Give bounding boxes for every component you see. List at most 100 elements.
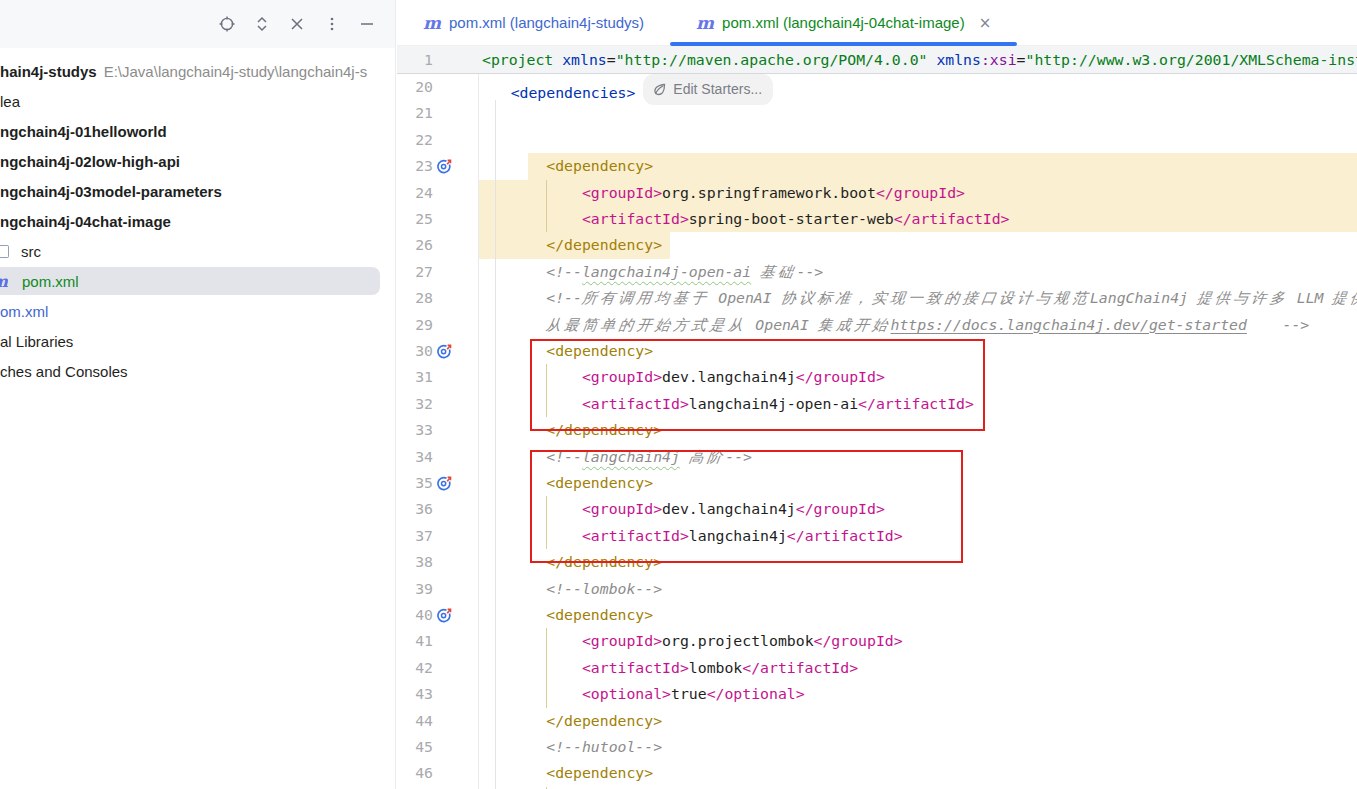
maven-update-gutter-icon[interactable]: [436, 158, 453, 175]
tree-item-hain4j-studys[interactable]: hain4j-studysE:\Java\langchain4j-study\l…: [0, 56, 395, 86]
line-number[interactable]: 21: [397, 100, 433, 126]
code-line-45[interactable]: 45 <!--hutool-->: [397, 734, 1357, 760]
code-line-29[interactable]: 29 从最简单的开始方式是从 OpenAI 集成开始https://docs.l…: [397, 312, 1357, 338]
tree-item-label: ches and Consoles: [0, 363, 128, 380]
code-text: <optional>true</optional>: [475, 681, 805, 707]
code-line-41[interactable]: 41 <groupId>org.projectlombok</groupId>: [397, 628, 1357, 654]
tree-item-label: ngchain4j-03model-parameters: [0, 183, 222, 200]
code-text: <!--所有调用均基于 OpenAI 协议标准，实现一致的接口设计与规范Lang…: [475, 285, 1357, 311]
tree-item-lea[interactable]: lea: [0, 86, 395, 116]
editor-tab-1[interactable]: mpom.xml (langchain4j-studys): [397, 0, 670, 45]
annotation-box-2: [530, 450, 963, 563]
line-number[interactable]: 25: [397, 206, 433, 232]
collapse-all-icon[interactable]: [287, 14, 307, 34]
maven-update-gutter-icon[interactable]: [436, 475, 453, 492]
tree-item-ngchain4j-01helloworld[interactable]: ngchain4j-01helloworld: [0, 116, 395, 146]
line-number[interactable]: 32: [397, 391, 433, 417]
code-line-26[interactable]: 26 </dependency>: [397, 232, 1357, 258]
project-panel: hain4j-studysE:\Java\langchain4j-study\l…: [0, 0, 396, 789]
line-number[interactable]: 37: [397, 523, 433, 549]
inlay-label: Edit Starters...: [673, 76, 762, 102]
line-number[interactable]: 40: [397, 602, 433, 628]
line-number[interactable]: 23: [397, 153, 433, 179]
tree-item-ngchain4j-04chat-image[interactable]: ngchain4j-04chat-image: [0, 206, 395, 236]
line-number[interactable]: 35: [397, 470, 433, 496]
line-number[interactable]: 29: [397, 312, 433, 338]
code-area[interactable]: 20 <dependencies>Edit Starters...212223 …: [397, 46, 1357, 789]
code-text: <groupId>org.projectlombok</groupId>: [475, 628, 903, 654]
code-text: 从最简单的开始方式是从 OpenAI 集成开始https://docs.lang…: [475, 312, 1309, 338]
line-number[interactable]: 22: [397, 127, 433, 153]
line-number[interactable]: 38: [397, 549, 433, 575]
code-line-24[interactable]: 24 <groupId>org.springframework.boot</gr…: [397, 180, 1357, 206]
ide-window: hain4j-studysE:\Java\langchain4j-study\l…: [0, 0, 1357, 789]
hide-icon[interactable]: [357, 14, 377, 34]
editor-area: mpom.xml (langchain4j-studys)m pom.xml (l…: [397, 0, 1357, 789]
annotation-box-1: [530, 339, 985, 431]
line-number[interactable]: 24: [397, 180, 433, 206]
more-icon[interactable]: [322, 14, 342, 34]
tree-item-label: ngchain4j-02low-high-api: [0, 153, 180, 170]
line-number[interactable]: 42: [397, 655, 433, 681]
maven-update-gutter-icon[interactable]: [436, 607, 453, 624]
code-line-22[interactable]: 22: [397, 127, 1357, 153]
tree-item-ngchain4j-02low-high-api[interactable]: ngchain4j-02low-high-api: [0, 146, 395, 176]
line-number[interactable]: 39: [397, 576, 433, 602]
tree-item-label: ngchain4j-01helloworld: [0, 123, 167, 140]
line-number[interactable]: 27: [397, 259, 433, 285]
tree-item-label: al Libraries: [0, 333, 73, 350]
maven-icon: m: [423, 13, 441, 33]
code-line-21[interactable]: 21: [397, 100, 1357, 126]
maven-update-gutter-icon[interactable]: [436, 343, 453, 360]
code-line-43[interactable]: 43 <optional>true</optional>: [397, 681, 1357, 707]
code-line-40[interactable]: 40 <dependency>: [397, 602, 1357, 628]
tree-item-label: src: [21, 243, 41, 260]
code-text: </dependency>: [475, 708, 662, 734]
code-line-28[interactable]: 28 <!--所有调用均基于 OpenAI 协议标准，实现一致的接口设计与规范L…: [397, 285, 1357, 311]
line-number[interactable]: 31: [397, 364, 433, 390]
tree-item-label: ngchain4j-04chat-image: [0, 213, 171, 230]
tree-item-ngchain4j-03model-parameters[interactable]: ngchain4j-03model-parameters: [0, 176, 395, 206]
line-number[interactable]: 45: [397, 734, 433, 760]
close-icon[interactable]: ×: [979, 14, 992, 32]
line-number[interactable]: 30: [397, 338, 433, 364]
code-text: <groupId>org.springframework.boot</group…: [475, 180, 965, 206]
code-line-20[interactable]: 20 <dependencies>Edit Starters...: [397, 74, 1357, 100]
editor-tab-2[interactable]: mpom.xml (langchain4j-04chat-image)×: [670, 0, 1017, 45]
tree-item-label: lea: [0, 93, 20, 110]
tree-item-pom-xml[interactable]: mpom.xml: [0, 266, 395, 296]
line-number[interactable]: 36: [397, 496, 433, 522]
code-text: <!--langchain4j-open-ai 基础-->: [475, 259, 823, 285]
tree-item-al-libraries[interactable]: al Libraries: [0, 326, 395, 356]
code-line-39[interactable]: 39 <!--lombok-->: [397, 576, 1357, 602]
sticky-line[interactable]: 1<project xmlns="http://maven.apache.org…: [397, 46, 1357, 74]
line-number[interactable]: 46: [397, 760, 433, 786]
code-line-42[interactable]: 42 <artifactId>lombok</artifactId>: [397, 655, 1357, 681]
line-number[interactable]: 41: [397, 628, 433, 654]
line-number[interactable]: 34: [397, 444, 433, 470]
line-number[interactable]: 28: [397, 285, 433, 311]
project-toolbar: [0, 0, 395, 48]
line-number[interactable]: 20: [397, 74, 433, 100]
tree-item-src[interactable]: src: [0, 236, 395, 266]
line-number[interactable]: 44: [397, 708, 433, 734]
code-line-46[interactable]: 46 <dependency>: [397, 760, 1357, 786]
expand-icon[interactable]: [252, 14, 272, 34]
project-tree: hain4j-studysE:\Java\langchain4j-study\l…: [0, 48, 395, 386]
code-line-25[interactable]: 25 <artifactId>spring-boot-starter-web</…: [397, 206, 1357, 232]
code-line-44[interactable]: 44 </dependency>: [397, 708, 1357, 734]
code-line-23[interactable]: 23 <dependency>: [397, 153, 1357, 179]
line-number[interactable]: 26: [397, 232, 433, 258]
tree-item-om-xml[interactable]: om.xml: [0, 296, 395, 326]
code-line-27[interactable]: 27 <!--langchain4j-open-ai 基础-->: [397, 259, 1357, 285]
tree-item-ches-and-consoles[interactable]: ches and Consoles: [0, 356, 395, 386]
tab-title: pom.xml (langchain4j-04chat-image): [722, 14, 965, 31]
project-path: E:\Java\langchain4j-study\langchain4j-s: [104, 63, 368, 80]
line-number[interactable]: 33: [397, 417, 433, 443]
locate-icon[interactable]: [217, 14, 237, 34]
code-text: </dependency>: [475, 232, 662, 258]
code-text: <dependency>: [475, 760, 653, 786]
line-number[interactable]: 43: [397, 681, 433, 707]
maven-icon: m: [0, 272, 8, 291]
editor-tabs: mpom.xml (langchain4j-studys)m pom.xml (l…: [397, 0, 1357, 46]
